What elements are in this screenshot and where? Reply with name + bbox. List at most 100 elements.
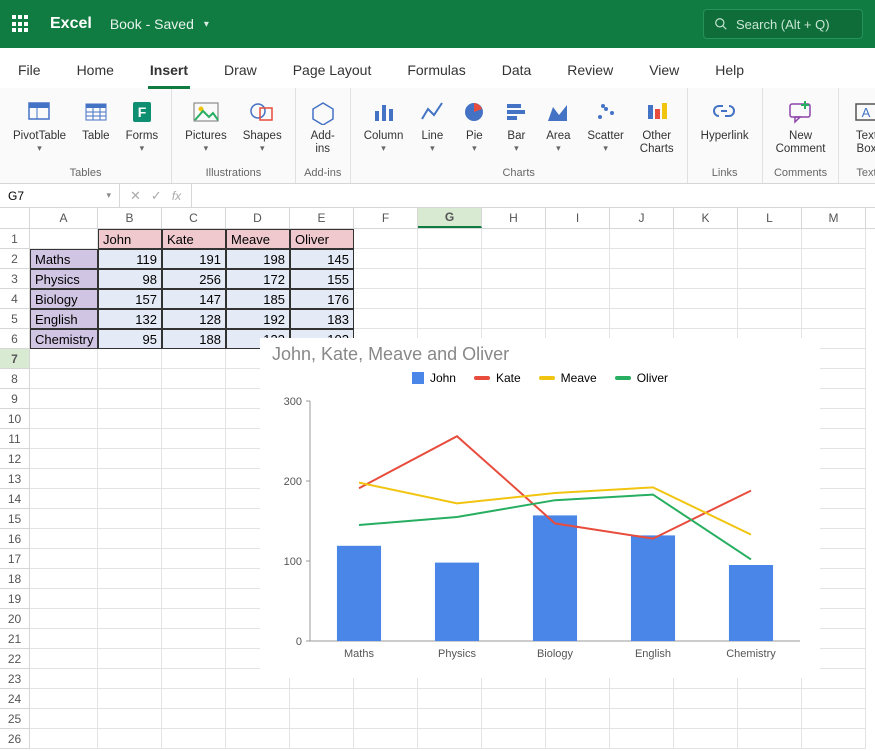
row-header[interactable]: 16 [0, 529, 30, 549]
cell[interactable] [418, 229, 482, 249]
cell[interactable] [30, 449, 98, 469]
cell[interactable] [418, 729, 482, 749]
cell[interactable] [98, 529, 162, 549]
row-header[interactable]: 14 [0, 489, 30, 509]
cell[interactable]: 119 [98, 249, 162, 269]
cell[interactable] [30, 469, 98, 489]
cell[interactable] [546, 289, 610, 309]
cell[interactable] [30, 669, 98, 689]
menu-insert[interactable]: Insert [132, 52, 206, 88]
pivottable-button[interactable]: PivotTable▾ [8, 94, 71, 156]
menu-home[interactable]: Home [59, 52, 132, 88]
cell[interactable] [738, 249, 802, 269]
column-header[interactable]: G [418, 208, 482, 228]
cell[interactable] [738, 269, 802, 289]
column-header[interactable]: M [802, 208, 866, 228]
row-header[interactable]: 18 [0, 569, 30, 589]
row-header[interactable]: 19 [0, 589, 30, 609]
cell[interactable] [674, 249, 738, 269]
cell[interactable]: Physics [30, 269, 98, 289]
row-header[interactable]: 26 [0, 729, 30, 749]
menu-view[interactable]: View [631, 52, 697, 88]
cell[interactable] [30, 349, 98, 369]
menu-review[interactable]: Review [549, 52, 631, 88]
cell[interactable] [98, 729, 162, 749]
cell[interactable] [802, 689, 866, 709]
column-header[interactable]: K [674, 208, 738, 228]
cell[interactable] [30, 429, 98, 449]
cell[interactable] [546, 729, 610, 749]
row-header[interactable]: 13 [0, 469, 30, 489]
cell[interactable] [162, 409, 226, 429]
cell[interactable]: 191 [162, 249, 226, 269]
menu-page-layout[interactable]: Page Layout [275, 52, 390, 88]
cell[interactable] [30, 709, 98, 729]
cell[interactable] [162, 489, 226, 509]
cell[interactable] [674, 289, 738, 309]
chevron-down-icon[interactable]: ▾ [204, 19, 209, 30]
cell[interactable] [802, 269, 866, 289]
cell[interactable] [30, 609, 98, 629]
cell[interactable] [162, 609, 226, 629]
cell[interactable] [354, 709, 418, 729]
cell[interactable] [610, 269, 674, 289]
cell[interactable] [162, 669, 226, 689]
cell[interactable] [610, 309, 674, 329]
shapes-button[interactable]: Shapes▾ [238, 94, 287, 156]
menu-help[interactable]: Help [697, 52, 762, 88]
column-header[interactable]: I [546, 208, 610, 228]
column-header[interactable]: H [482, 208, 546, 228]
cell[interactable] [162, 449, 226, 469]
cell[interactable] [98, 669, 162, 689]
cell[interactable] [418, 689, 482, 709]
cell[interactable]: 128 [162, 309, 226, 329]
cell[interactable] [162, 529, 226, 549]
cell[interactable] [30, 569, 98, 589]
search-box[interactable]: Search (Alt + Q) [703, 9, 863, 39]
cell[interactable] [30, 489, 98, 509]
cell[interactable] [290, 689, 354, 709]
row-header[interactable]: 11 [0, 429, 30, 449]
cell[interactable] [98, 469, 162, 489]
cell[interactable] [226, 689, 290, 709]
new-comment-button[interactable]: New Comment [771, 94, 831, 158]
cell[interactable] [98, 389, 162, 409]
column-header[interactable]: A [30, 208, 98, 228]
cell[interactable] [162, 569, 226, 589]
cell[interactable] [98, 609, 162, 629]
cell[interactable]: John [98, 229, 162, 249]
cell[interactable] [482, 249, 546, 269]
cell[interactable] [162, 649, 226, 669]
row-header[interactable]: 21 [0, 629, 30, 649]
cell[interactable]: 132 [98, 309, 162, 329]
embedded-chart[interactable]: John, Kate, Meave and Oliver JohnKateMea… [260, 338, 820, 678]
select-all-corner[interactable] [0, 208, 30, 228]
cell[interactable] [162, 469, 226, 489]
menu-data[interactable]: Data [484, 52, 550, 88]
cell[interactable] [482, 729, 546, 749]
cell[interactable] [98, 629, 162, 649]
row-header[interactable]: 24 [0, 689, 30, 709]
cell[interactable] [482, 709, 546, 729]
row-header[interactable]: 20 [0, 609, 30, 629]
cell[interactable] [418, 709, 482, 729]
chart-area-button[interactable]: Area▾ [540, 94, 576, 156]
cell[interactable]: Maths [30, 249, 98, 269]
cell[interactable] [30, 509, 98, 529]
cell[interactable] [30, 649, 98, 669]
cell[interactable] [98, 689, 162, 709]
cell[interactable] [98, 349, 162, 369]
cell[interactable] [610, 709, 674, 729]
document-name[interactable]: Book - Saved [110, 16, 194, 32]
app-launcher-icon[interactable] [12, 15, 30, 33]
cell[interactable] [30, 369, 98, 389]
cell[interactable] [226, 729, 290, 749]
menu-draw[interactable]: Draw [206, 52, 275, 88]
cell[interactable] [354, 229, 418, 249]
cell[interactable] [546, 249, 610, 269]
cell[interactable] [418, 269, 482, 289]
column-header[interactable]: C [162, 208, 226, 228]
cell[interactable] [98, 369, 162, 389]
cell[interactable]: 192 [226, 309, 290, 329]
cancel-icon[interactable]: ✕ [130, 188, 141, 204]
